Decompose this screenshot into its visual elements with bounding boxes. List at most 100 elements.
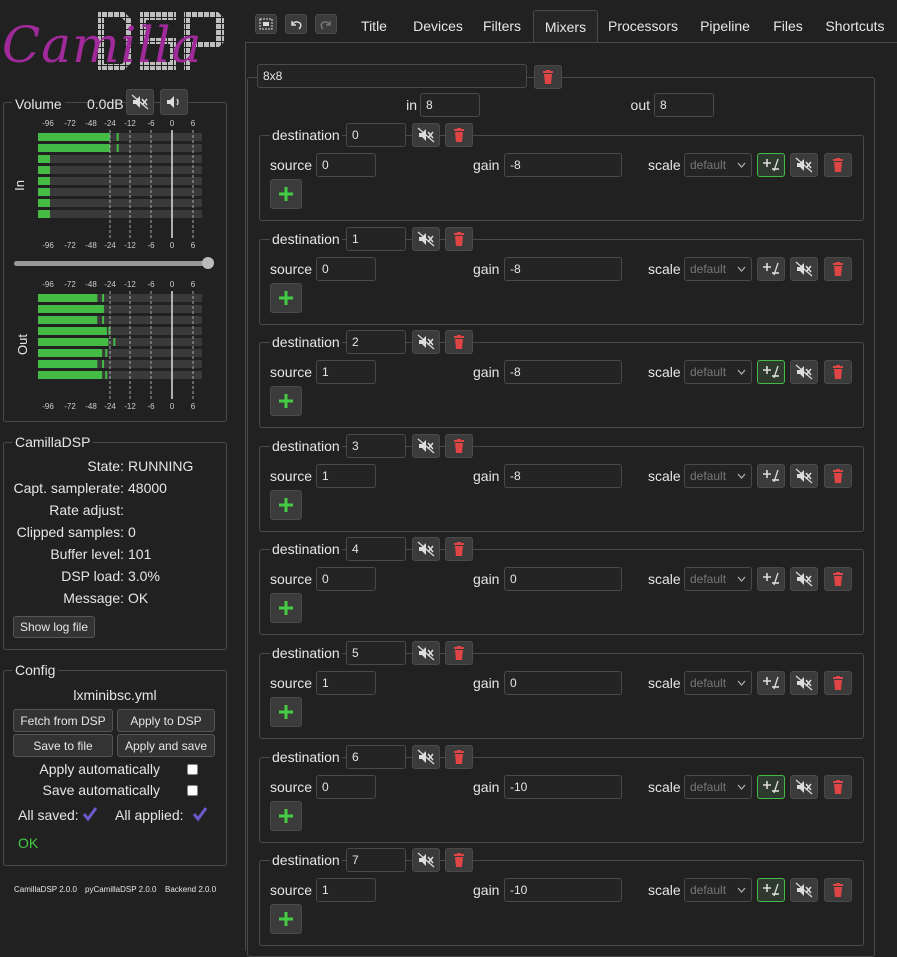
add-source-button[interactable] [270, 386, 302, 417]
source-delete-button[interactable] [824, 360, 852, 385]
gain-input[interactable] [504, 153, 622, 177]
volume-slider-thumb[interactable] [202, 257, 214, 269]
destination-input[interactable] [346, 433, 406, 458]
source-input[interactable] [316, 153, 376, 177]
source-delete-button[interactable] [824, 463, 852, 488]
destination-delete-button[interactable] [445, 744, 473, 769]
apply-to-dsp-button[interactable]: Apply to DSP [117, 709, 215, 732]
add-source-button[interactable] [270, 179, 302, 209]
destination-mute-button[interactable] [412, 848, 440, 873]
tab-filters[interactable]: Filters [478, 10, 526, 42]
add-source-button[interactable] [270, 904, 302, 935]
scale-select[interactable]: default [684, 774, 752, 799]
source-delete-button[interactable] [824, 878, 852, 903]
scale-select[interactable]: default [684, 463, 752, 488]
scale-select[interactable]: default [684, 671, 752, 695]
scale-select[interactable]: default [684, 153, 752, 177]
volume-speaker-button[interactable] [160, 89, 188, 115]
source-invert-button[interactable] [757, 463, 785, 488]
tab-processors[interactable]: Processors [604, 10, 682, 42]
destination-delete-button[interactable] [445, 123, 473, 147]
tab-devices[interactable]: Devices [405, 10, 471, 42]
gain-input[interactable] [504, 671, 622, 695]
fetch-from-dsp-button[interactable]: Fetch from DSP [13, 709, 113, 732]
mixer-delete-button[interactable] [534, 65, 562, 89]
volume-slider[interactable] [14, 257, 214, 269]
source-mute-button[interactable] [790, 463, 818, 488]
add-source-button[interactable] [270, 282, 302, 313]
gain-input[interactable] [504, 360, 622, 385]
destination-mute-button[interactable] [412, 330, 440, 355]
show-log-button[interactable]: Show log file [13, 616, 95, 638]
destination-mute-button[interactable] [412, 226, 440, 251]
undo-button[interactable] [285, 14, 307, 34]
source-mute-button[interactable] [790, 567, 818, 592]
source-input[interactable] [316, 878, 376, 903]
destination-delete-button[interactable] [445, 537, 473, 562]
destination-delete-button[interactable] [445, 848, 473, 873]
source-input[interactable] [316, 463, 376, 488]
destination-delete-button[interactable] [445, 641, 473, 665]
volume-mute-button[interactable] [126, 89, 154, 115]
select-button[interactable] [255, 14, 277, 34]
tab-pipeline[interactable]: Pipeline [694, 10, 756, 42]
source-input[interactable] [316, 774, 376, 799]
gain-input[interactable] [504, 256, 622, 281]
destination-input[interactable] [346, 537, 406, 562]
gain-input[interactable] [504, 567, 622, 592]
source-mute-button[interactable] [790, 256, 818, 281]
redo-button[interactable] [315, 14, 337, 34]
destination-delete-button[interactable] [445, 226, 473, 251]
source-invert-button[interactable] [757, 153, 785, 177]
gain-input[interactable] [504, 774, 622, 799]
destination-input[interactable] [346, 744, 406, 769]
source-delete-button[interactable] [824, 671, 852, 695]
source-invert-button[interactable] [757, 774, 785, 799]
tab-title[interactable]: Title [352, 10, 396, 42]
source-input[interactable] [316, 360, 376, 385]
source-invert-button[interactable] [757, 256, 785, 281]
source-invert-button[interactable] [757, 878, 785, 903]
mixer-out-input[interactable] [654, 93, 714, 117]
tab-mixers[interactable]: Mixers [533, 10, 598, 43]
gain-input[interactable] [504, 463, 622, 488]
source-invert-button[interactable] [757, 671, 785, 695]
destination-mute-button[interactable] [412, 744, 440, 769]
mixer-in-input[interactable] [420, 93, 480, 117]
destination-input[interactable] [346, 123, 406, 147]
destination-input[interactable] [346, 641, 406, 665]
source-mute-button[interactable] [790, 774, 818, 799]
scale-select[interactable]: default [684, 256, 752, 281]
tab-files[interactable]: Files [768, 10, 808, 42]
destination-delete-button[interactable] [445, 330, 473, 355]
add-source-button[interactable] [270, 697, 302, 727]
add-source-button[interactable] [270, 593, 302, 624]
destination-input[interactable] [346, 848, 406, 873]
destination-input[interactable] [346, 330, 406, 355]
source-invert-button[interactable] [757, 360, 785, 385]
source-delete-button[interactable] [824, 567, 852, 592]
scale-select[interactable]: default [684, 360, 752, 385]
destination-delete-button[interactable] [445, 433, 473, 458]
mixer-name-input[interactable] [257, 64, 527, 88]
source-mute-button[interactable] [790, 360, 818, 385]
apply-and-save-button[interactable]: Apply and save [117, 734, 215, 757]
add-source-button[interactable] [270, 800, 302, 831]
save-automatically-checkbox[interactable] [187, 785, 198, 796]
save-to-file-button[interactable]: Save to file [13, 734, 113, 757]
source-input[interactable] [316, 567, 376, 592]
scale-select[interactable]: default [684, 878, 752, 903]
source-input[interactable] [316, 256, 376, 281]
destination-input[interactable] [346, 226, 406, 251]
source-mute-button[interactable] [790, 671, 818, 695]
source-mute-button[interactable] [790, 153, 818, 177]
destination-mute-button[interactable] [412, 537, 440, 562]
source-delete-button[interactable] [824, 774, 852, 799]
apply-automatically-checkbox[interactable] [187, 764, 198, 775]
source-delete-button[interactable] [824, 256, 852, 281]
source-invert-button[interactable] [757, 567, 785, 592]
scale-select[interactable]: default [684, 567, 752, 592]
source-mute-button[interactable] [790, 878, 818, 903]
tab-shortcuts[interactable]: Shortcuts [818, 10, 892, 42]
source-input[interactable] [316, 671, 376, 695]
